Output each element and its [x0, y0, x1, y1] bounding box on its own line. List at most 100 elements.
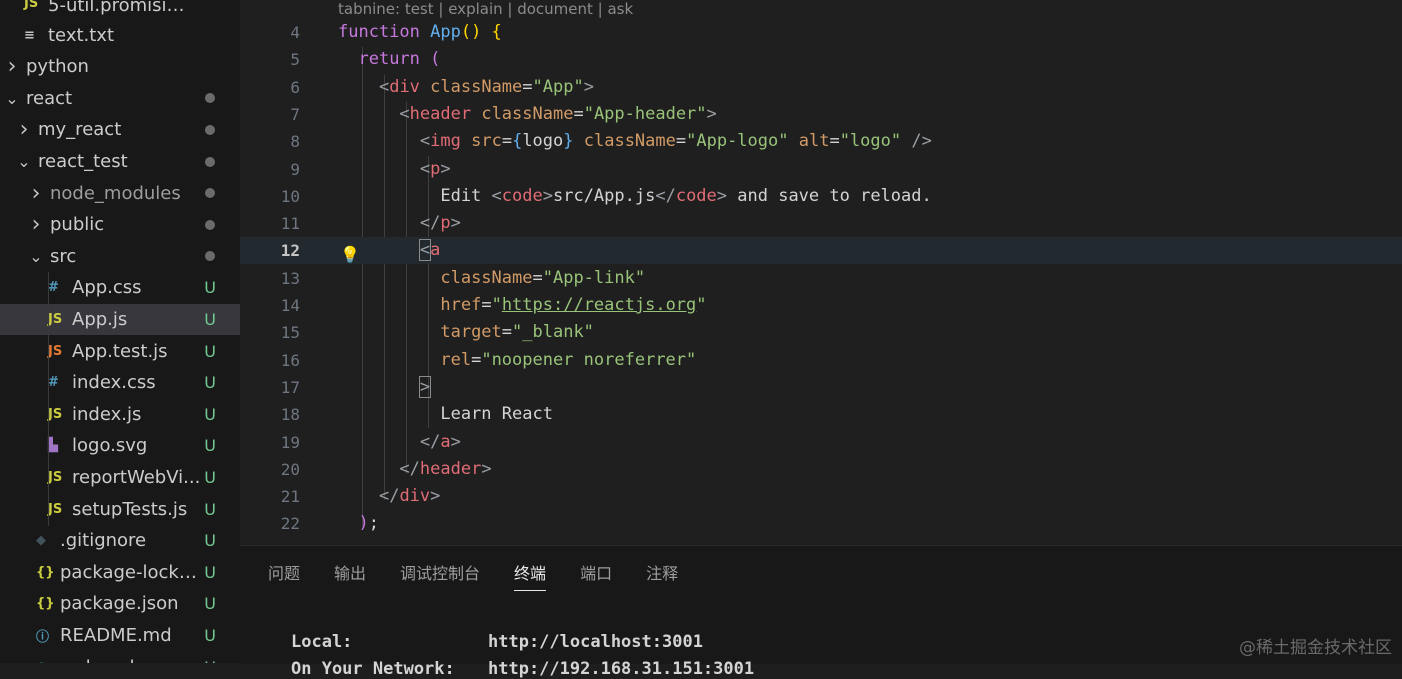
explorer-item-reportwebvi[interactable]: JS reportWebVi... U [0, 462, 240, 493]
line-number: 13 [280, 268, 300, 288]
explorer-item-src[interactable]: ⌄ src [0, 241, 240, 272]
explorer-item-python[interactable]: › python [0, 51, 240, 82]
css-file-icon: # [48, 375, 59, 391]
terminal-local-url[interactable]: http://localhost:3001 [488, 632, 703, 652]
modified-dot-icon [205, 188, 215, 199]
code-line-9[interactable]: 9 <p> [240, 156, 1402, 183]
file-icon: ◆ [36, 533, 46, 549]
explorer-item-package-json[interactable]: {} package.json U [0, 588, 240, 619]
code-line-16[interactable]: 16 rel="noopener noreferrer" [240, 347, 1402, 374]
line-number: 10 [280, 186, 300, 206]
line-number: 8 [290, 132, 300, 152]
tabnine-codelens[interactable]: tabnine: test | explain | document | ask [338, 0, 633, 20]
code-text: href="https://reactjs.org" [440, 295, 707, 315]
panel-tabs: 问题 输出 调试控制台 终端 端口 注释 [268, 560, 712, 591]
explorer-item-label: App.css [72, 277, 142, 299]
code-editor[interactable]: tabnine: test | explain | document | ask… [240, 0, 1402, 545]
panel-tab-3[interactable]: 终端 [514, 560, 547, 591]
code-line-7[interactable]: 7 <header className="App-header"> [240, 101, 1402, 128]
code-line-12[interactable]: 12 💡 <a [240, 237, 1402, 265]
explorer-item-index-css[interactable]: # index.css U [0, 367, 240, 398]
chevron-right-icon[interactable]: › [26, 181, 46, 206]
explorer-item-label: package.json [60, 593, 179, 615]
code-line-21[interactable]: 21 </div> [240, 483, 1402, 510]
git-status-badge: U [204, 404, 216, 424]
chevron-right-icon[interactable]: › [26, 212, 46, 237]
explorer-item-react[interactable]: ⌄ react [0, 83, 240, 114]
explorer-item-label: my_react [38, 119, 122, 141]
css-file-icon: # [48, 280, 59, 296]
code-text: </header> [399, 458, 492, 479]
js-file-icon: JS [48, 406, 63, 422]
chevron-down-icon[interactable]: ⌄ [14, 152, 34, 171]
explorer-item-react-test[interactable]: ⌄ react_test [0, 146, 240, 177]
explorer-item-label: README.md [60, 625, 172, 646]
code-line-18[interactable]: 18 Learn React [240, 401, 1402, 428]
bottom-panel: 问题 输出 调试控制台 终端 端口 注释 Local: http://localhost:… [240, 545, 1402, 679]
line-number: 7 [290, 104, 300, 124]
modified-dot-icon [205, 124, 215, 135]
explorer-item-app-test-js[interactable]: JS App.test.js U [0, 336, 240, 367]
explorer-item-my-react[interactable]: › my_react [0, 114, 240, 145]
code-line-8[interactable]: 8 <img src={logo} className="App-logo" a… [240, 128, 1402, 155]
explorer-item-public[interactable]: › public [0, 209, 240, 240]
explorer-item-label: react_test [38, 151, 128, 172]
code-text: > [418, 375, 432, 398]
explorer-item-label: App.js [72, 309, 128, 330]
file-icon: ▙ [48, 438, 58, 454]
code-line-20[interactable]: 20 </header> [240, 456, 1402, 483]
panel-tab-1[interactable]: 输出 [334, 560, 366, 591]
git-status-badge: U [204, 499, 216, 519]
code-line-10[interactable]: 10 Edit <code>src/App.js</code> and save… [240, 183, 1402, 210]
explorer-item-gitignore[interactable]: ◆ .gitignore U [0, 525, 240, 556]
code-line-14[interactable]: 14 href="https://reactjs.org" [240, 292, 1402, 319]
code-line-11[interactable]: 11 </p> [240, 210, 1402, 237]
code-line-4[interactable]: 4 function App() { [240, 19, 1402, 46]
code-text: return ( [358, 49, 441, 70]
line-number: 19 [280, 432, 300, 452]
explorer-item-package-lock[interactable]: {} package-lock.... U [0, 557, 240, 588]
code-text: <header className="App-header"> [399, 103, 717, 124]
panel-tab-0[interactable]: 问题 [268, 560, 300, 591]
git-status-badge: U [204, 658, 216, 663]
explorer-item-label: package-lock.... [60, 561, 200, 583]
explorer-item-label: setupTests.js [72, 498, 188, 520]
code-line-19[interactable]: 19 </a> [240, 429, 1402, 456]
explorer-sidebar: JS5-util.promisify方法.js≡text.txt›python⌄… [0, 0, 240, 663]
panel-tab-4[interactable]: 端口 [580, 560, 612, 591]
code-line-13[interactable]: 13 className="App-link" [240, 265, 1402, 292]
explorer-item-readme-md[interactable]: ⓘ README.md U [0, 620, 240, 651]
explorer-item-node-modules[interactable]: › node_modules [0, 178, 240, 209]
code-text: <p> [419, 158, 451, 179]
code-line-5[interactable]: 5 return ( [240, 46, 1402, 73]
explorer-item-index-js[interactable]: JS index.js U [0, 399, 240, 430]
chevron-down-icon[interactable]: ⌄ [26, 247, 46, 266]
code-line-6[interactable]: 6 <div className="App"> [240, 74, 1402, 101]
explorer-item-app-css[interactable]: # App.css U [0, 272, 240, 303]
chevron-down-icon[interactable]: ⌄ [2, 89, 22, 108]
explorer-item-logo-svg[interactable]: ▙ logo.svg U [0, 430, 240, 461]
explorer-item-label: src [50, 245, 77, 267]
explorer-item-label: .gitignore [60, 530, 147, 552]
explorer-item-app-js[interactable]: JS App.js U [0, 304, 240, 335]
explorer-item-label: python [26, 56, 89, 78]
explorer-item-label: public [50, 214, 105, 236]
explorer-item-5-util-promisify-js[interactable]: JS 5-util.promisify方法.js [0, 0, 240, 19]
explorer-item-setuptests-js[interactable]: JS setupTests.js U [0, 494, 240, 525]
line-number: 12 [280, 241, 300, 261]
line-number: 9 [290, 159, 300, 179]
code-line-17[interactable]: 17 > [240, 374, 1402, 401]
chevron-right-icon[interactable]: › [2, 54, 22, 79]
modified-dot-icon [205, 219, 215, 230]
line-number: 11 [280, 214, 300, 234]
panel-tab-5[interactable]: 注释 [646, 560, 678, 591]
code-line-15[interactable]: 15 target="_blank" [240, 319, 1402, 346]
code-line-22[interactable]: 22 ); [240, 510, 1402, 537]
line-number: 5 [290, 50, 300, 70]
terminal-network-url[interactable]: http://192.168.31.151:3001 [488, 659, 754, 679]
explorer-item-webpack-co[interactable]: ◉webpack.co... U [0, 652, 240, 663]
panel-tab-2[interactable]: 调试控制台 [400, 560, 480, 591]
tree-indent-guide [48, 272, 49, 526]
explorer-item-text-txt[interactable]: ≡ text.txt [0, 20, 240, 51]
chevron-right-icon[interactable]: › [14, 117, 34, 142]
